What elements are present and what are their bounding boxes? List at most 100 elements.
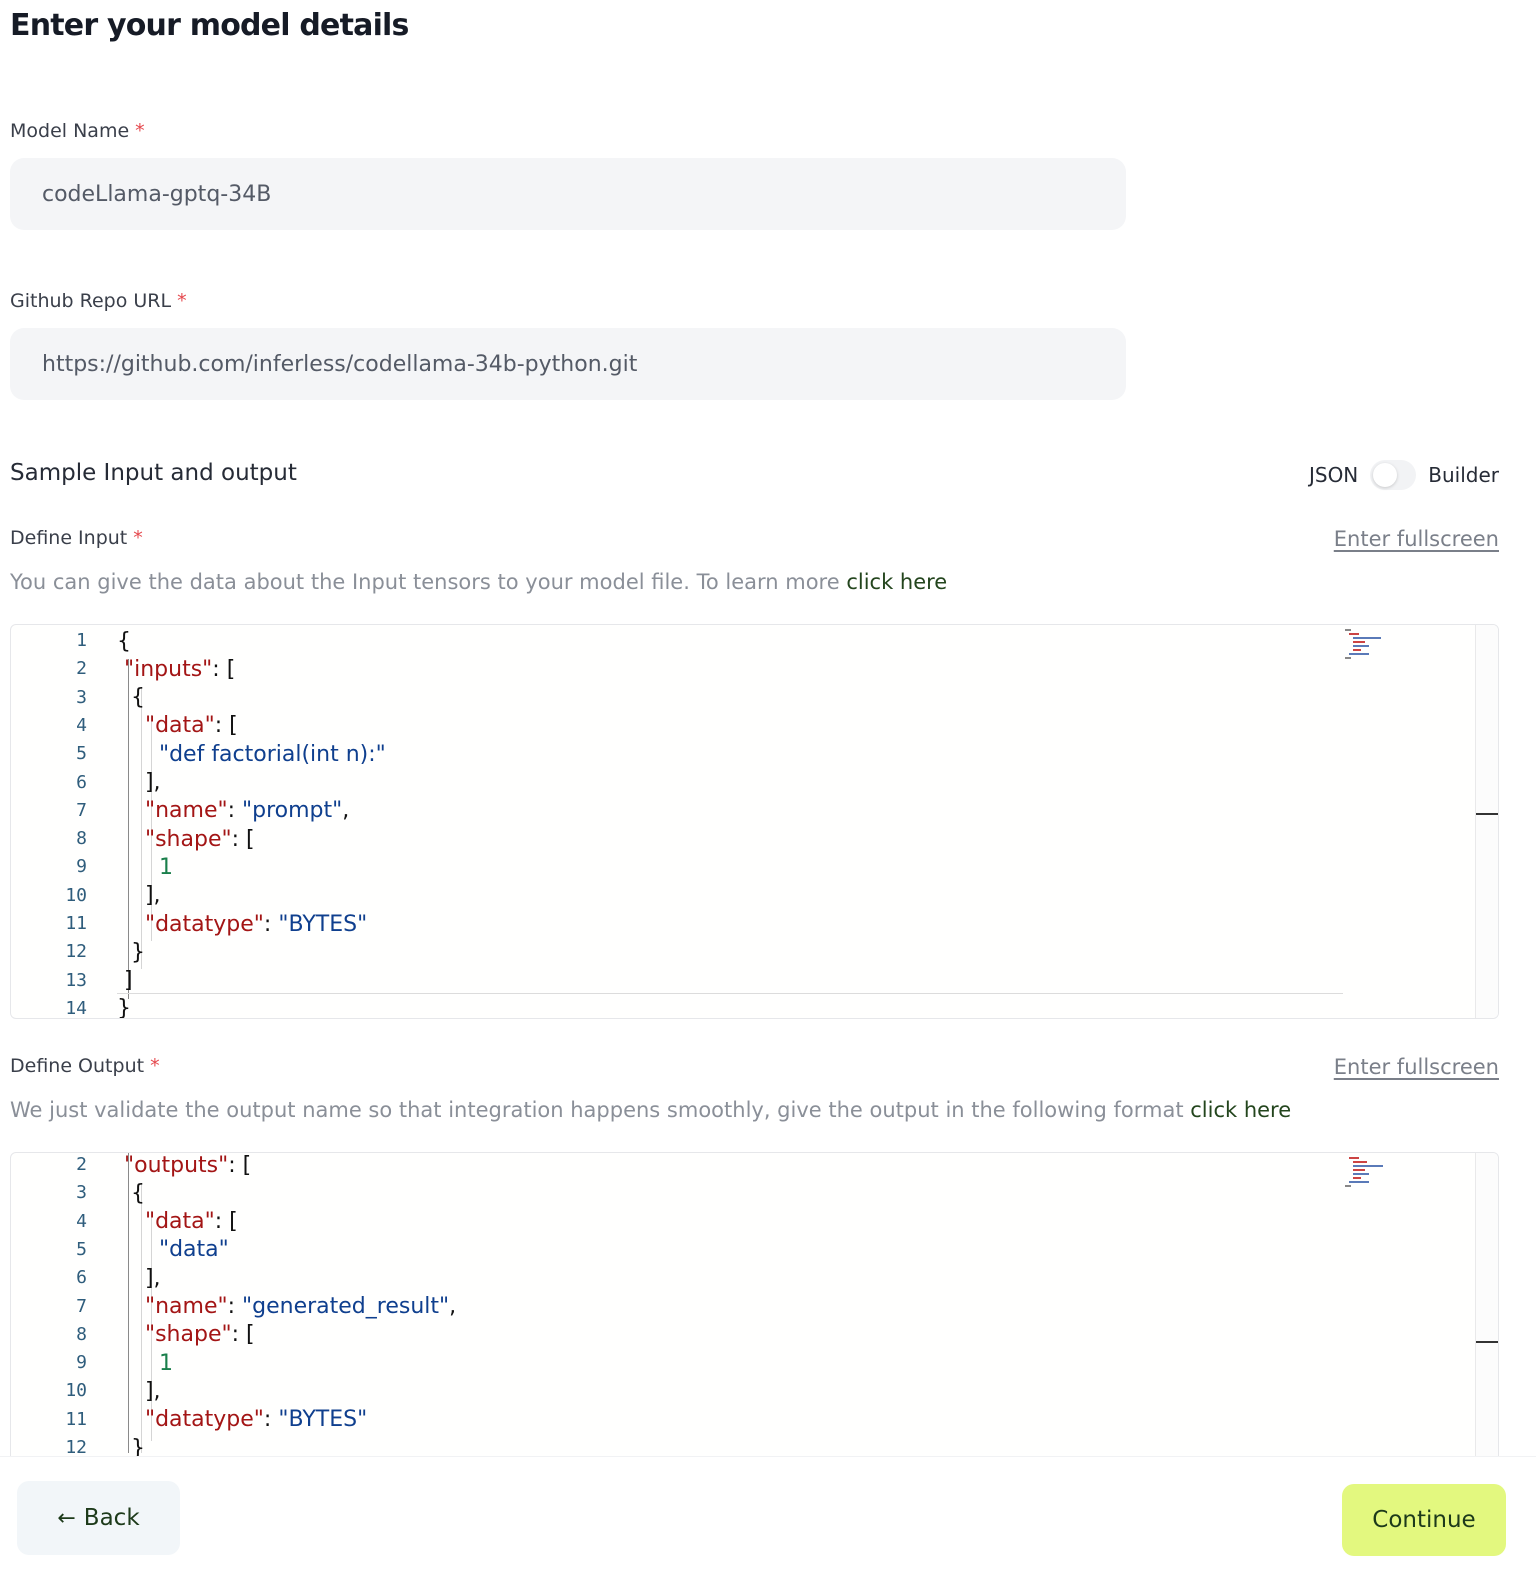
toggle-label-json[interactable]: JSON [1309,463,1358,487]
code-line[interactable]: ], [117,1264,161,1292]
code-line[interactable]: 1 [117,1349,173,1377]
code-line[interactable]: "data": [ [117,712,238,740]
code-token: ] [117,968,133,994]
line-number: 10 [65,1380,87,1402]
code-token: ], [117,1378,161,1404]
code-line[interactable]: { [117,1179,145,1207]
code-token: : [ [214,1209,238,1235]
code-token: "BYTES" [278,1407,368,1433]
json-builder-toggle[interactable] [1370,460,1417,490]
code-token: ], [117,1265,161,1291]
output-helper-text: We just validate the output name so that… [10,1098,1291,1122]
editor-minimap[interactable] [1345,627,1395,663]
input-fullscreen-link[interactable]: Enter fullscreen [1334,527,1499,551]
editor-scrollbar[interactable] [1475,625,1498,1018]
code-token: "BYTES" [278,911,368,937]
code-token: "datatype" [117,1407,264,1433]
code-token: : [263,911,279,937]
code-line[interactable]: } [117,995,131,1018]
scroll-position-marker [1476,813,1498,815]
line-number: 5 [76,743,87,765]
editor-scrollbar[interactable] [1475,1153,1498,1471]
model-name-input[interactable] [10,158,1126,230]
back-button[interactable]: ← Back [17,1481,180,1555]
code-token: : [ [214,713,238,739]
code-line[interactable]: "datatype": "BYTES" [117,910,367,938]
code-line[interactable]: "data": [ [117,1208,238,1236]
code-line[interactable]: ], [117,882,161,910]
code-token: "data" [117,713,215,739]
code-token: : [ [231,1322,255,1348]
code-token: : [263,1407,279,1433]
toggle-label-builder[interactable]: Builder [1428,463,1499,487]
line-number: 9 [76,1352,87,1374]
line-number: 9 [76,856,87,878]
input-learn-more-link[interactable]: click here [846,570,947,594]
code-line[interactable]: 1 [117,853,173,881]
code-line[interactable]: "datatype": "BYTES" [117,1406,367,1434]
code-line[interactable]: { [117,627,131,655]
code-line[interactable]: "name": "generated_result", [117,1293,456,1321]
code-line[interactable]: ] [117,967,133,995]
code-line[interactable]: ], [117,1377,161,1405]
code-token: "generated_result" [242,1294,450,1319]
github-repo-label: Github Repo URL * [10,290,187,312]
required-marker: * [135,120,145,142]
line-number: 3 [76,1182,87,1204]
code-line[interactable]: "def factorial(int n):" [117,740,386,768]
code-token: "shape" [117,826,232,852]
code-token: : [ [231,826,255,852]
footer-bar: ← Back Continue [0,1456,1536,1578]
code-token: "name" [117,798,228,824]
code-line[interactable]: ], [117,769,161,797]
code-line[interactable]: { [117,684,145,712]
code-token: "data" [117,1237,229,1263]
model-name-label: Model Name * [10,120,145,142]
code-line[interactable]: "shape": [ [117,825,255,853]
required-marker: * [150,1055,160,1077]
continue-button[interactable]: Continue [1342,1484,1506,1556]
line-number: 7 [76,1295,87,1317]
code-token: "inputs" [117,656,213,682]
line-number: 11 [65,913,87,934]
code-line[interactable]: "name": "prompt", [117,797,349,825]
line-number: 12 [65,1437,87,1458]
required-marker: * [133,527,143,549]
output-learn-more-link[interactable]: click here [1190,1098,1291,1122]
line-number: 7 [76,799,87,821]
code-token: : [227,1294,243,1319]
code-token: "prompt" [242,798,343,824]
code-token: { [117,628,131,654]
output-json-editor[interactable]: 2 "outputs": [3 {4 "data": [5 "data" 6 ],… [10,1152,1499,1472]
code-token: { [117,1180,145,1206]
output-fullscreen-link[interactable]: Enter fullscreen [1334,1055,1499,1079]
code-token: 1 [117,1350,173,1376]
define-input-label: Define Input * [10,527,143,549]
code-line[interactable]: "outputs": [ [117,1153,251,1179]
code-line[interactable]: } [117,938,145,966]
code-token: "name" [117,1294,228,1319]
back-button-label: Back [83,1505,140,1531]
code-token: "datatype" [117,911,264,937]
line-number: 4 [76,714,87,736]
code-line[interactable]: "data" [117,1236,229,1264]
github-repo-input[interactable] [10,328,1126,400]
line-number: 4 [76,1210,87,1232]
define-output-label: Define Output * [10,1055,160,1077]
output-helper-copy: We just validate the output name so that… [10,1098,1191,1122]
editor-minimap[interactable] [1345,1155,1395,1191]
current-line-rule [117,993,1343,994]
page-title: Enter your model details [10,8,409,43]
line-number: 2 [76,1154,87,1175]
input-json-editor[interactable]: 1{2 "inputs": [3 {4 "data": [5 "def fact… [10,624,1499,1019]
code-token: : [ [212,656,236,682]
code-token: } [117,939,145,965]
code-line[interactable]: "inputs": [ [117,655,235,683]
code-token: ], [117,770,161,795]
define-input-label-text: Define Input [10,527,128,549]
line-number: 8 [76,828,87,850]
arrow-left-icon: ← [57,1505,76,1531]
line-number: 1 [76,630,87,651]
code-line[interactable]: "shape": [ [117,1321,255,1349]
input-helper-text: You can give the data about the Input te… [10,570,947,594]
